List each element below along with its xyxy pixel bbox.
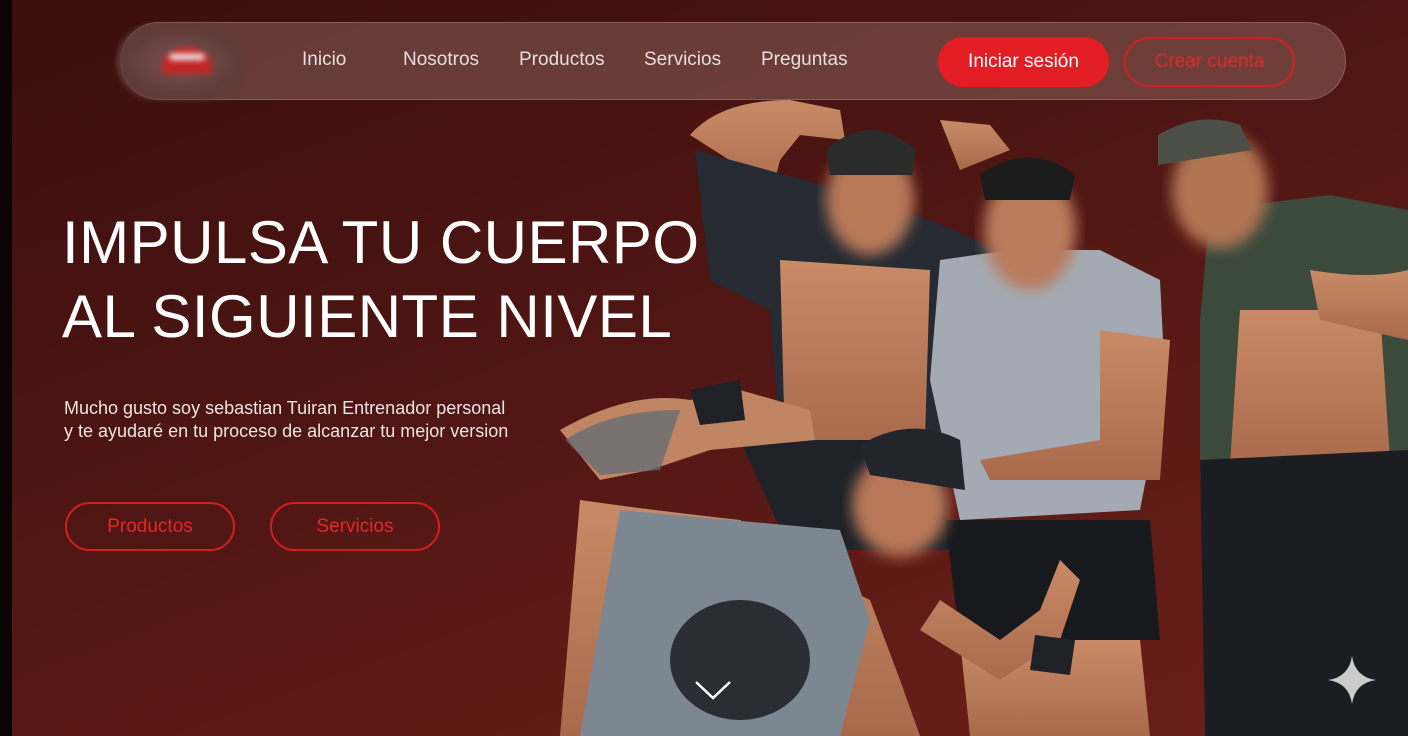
gym-logo-icon[interactable]	[158, 38, 216, 82]
trainers-photo	[560, 100, 1408, 736]
hero-title-line-2: AL SIGUIENTE NIVEL	[62, 283, 673, 350]
register-button[interactable]: Crear cuenta	[1124, 37, 1295, 87]
products-button[interactable]: Productos	[65, 502, 235, 551]
hero-subtitle: Mucho gusto soy sebastian Tuiran Entrena…	[64, 397, 584, 443]
sparkle-icon	[1328, 656, 1376, 704]
nav-link-servicios[interactable]: Servicios	[644, 49, 721, 71]
hero-title: IMPULSA TU CUERPO AL SIGUIENTE NIVEL	[62, 206, 742, 354]
nav-link-preguntas[interactable]: Preguntas	[761, 49, 848, 71]
nav-link-nosotros[interactable]: Nosotros	[403, 49, 479, 71]
hero-title-line-1: IMPULSA TU CUERPO	[62, 209, 700, 276]
login-button[interactable]: Iniciar sesión	[938, 37, 1109, 87]
hero-subtitle-line-2: y te ayudaré en tu proceso de alcanzar t…	[64, 421, 509, 441]
services-button[interactable]: Servicios	[270, 502, 440, 551]
nav-link-inicio[interactable]: Inicio	[302, 49, 346, 71]
nav-link-productos[interactable]: Productos	[519, 49, 605, 71]
hero-subtitle-line-1: Mucho gusto soy sebastian Tuiran Entrena…	[64, 398, 506, 418]
screen-edge	[0, 0, 12, 736]
chevron-down-icon[interactable]	[694, 678, 732, 702]
